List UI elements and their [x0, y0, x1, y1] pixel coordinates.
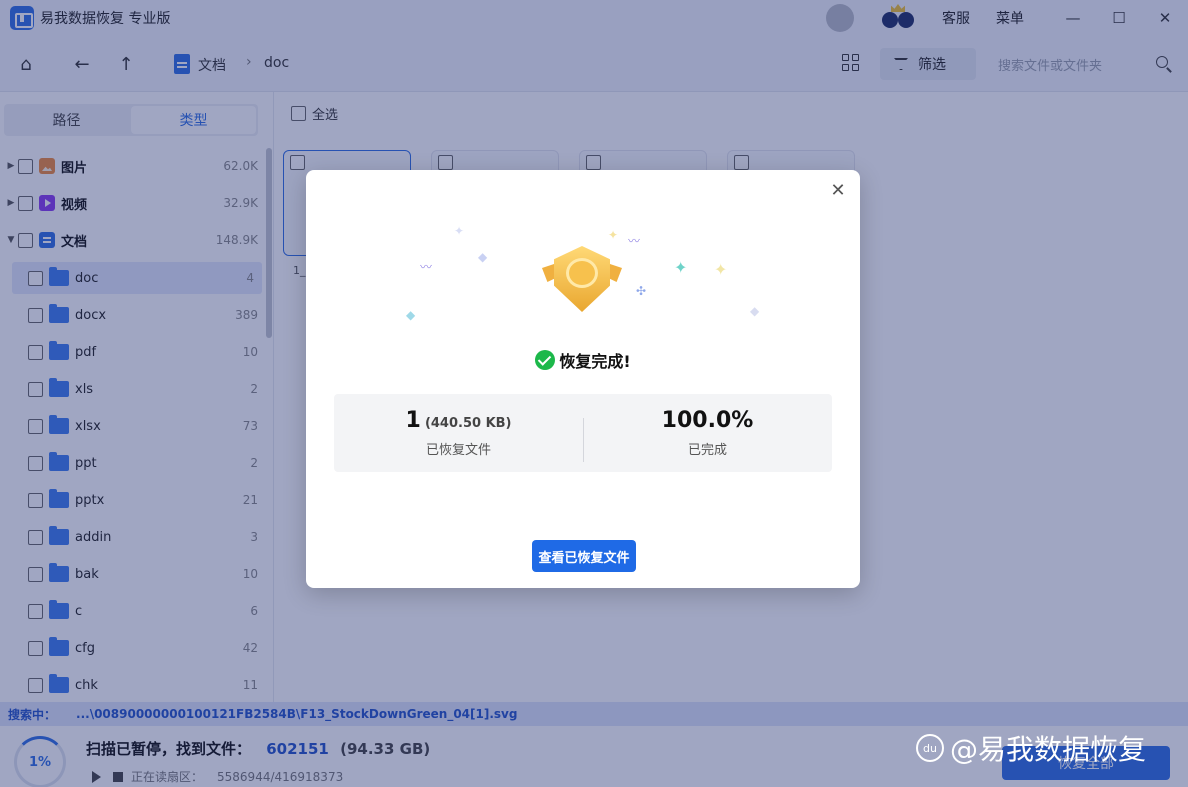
- recovery-complete-dialog: ✕ 〰 ✦ ◆ ◆ 〰 ✦ ✣ ✦ ◆ ✦ 恢复完成! 1 (440.50 KB…: [306, 170, 860, 588]
- confetti-icon: ✦: [454, 224, 465, 238]
- confetti-icon: 〰: [628, 234, 641, 248]
- watermark: du @易我数据恢复: [916, 728, 1146, 768]
- confetti-icon: ✦: [714, 260, 728, 279]
- completion-caption: 已完成: [687, 443, 727, 458]
- recovered-caption: 已恢复文件: [425, 443, 491, 458]
- confetti-icon: 〰: [420, 260, 433, 274]
- confetti-icon: ✣: [636, 284, 647, 298]
- recovery-status: 恢复完成!: [306, 348, 860, 372]
- recovered-size: (440.50 KB): [424, 416, 512, 431]
- paw-logo-icon: du: [916, 734, 944, 762]
- watermark-text: @易我数据恢复: [950, 733, 1147, 766]
- confetti-icon: ◆: [750, 304, 760, 318]
- completion-value: 100.0%: [661, 408, 754, 433]
- recovery-status-text: 恢复完成!: [559, 352, 631, 371]
- close-dialog-button[interactable]: ✕: [826, 178, 850, 202]
- completion-stat: 100.0% 已完成: [583, 408, 832, 458]
- recovery-stats: 1 (440.50 KB) 已恢复文件 100.0% 已完成: [334, 394, 832, 472]
- view-recovered-files-button[interactable]: 查看已恢复文件: [532, 540, 636, 572]
- confetti-icon: ◆: [478, 250, 488, 264]
- confetti-icon: ◆: [406, 308, 416, 322]
- recovered-files-stat: 1 (440.50 KB) 已恢复文件: [334, 408, 583, 458]
- success-check-icon: [535, 350, 556, 370]
- recovered-count: 1: [405, 408, 421, 433]
- confetti-icon: ✦: [674, 258, 688, 277]
- trophy-badge-icon: [542, 236, 622, 316]
